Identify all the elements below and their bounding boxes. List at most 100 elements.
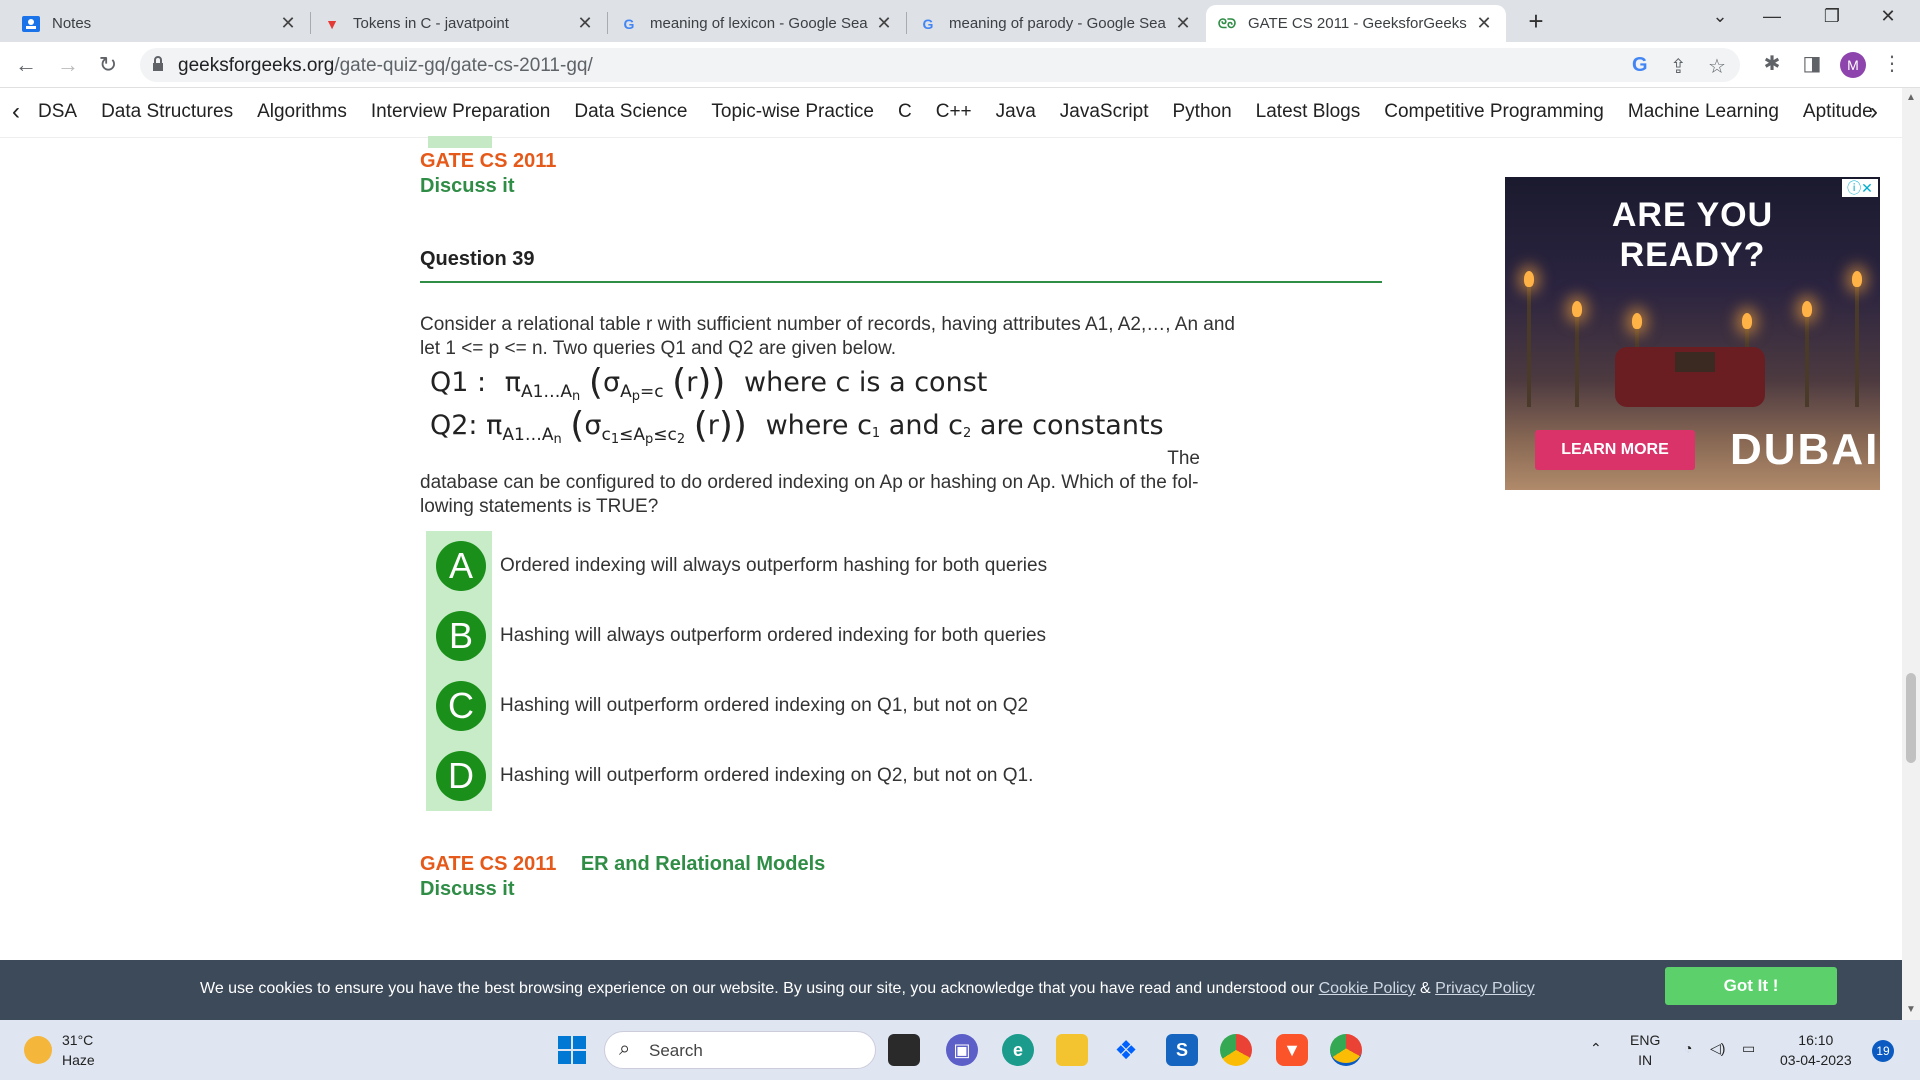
bookmark-star-icon[interactable]: ☆ (1708, 54, 1726, 79)
page-scrollbar[interactable]: ▲ ▼ (1902, 88, 1920, 1020)
close-tab-icon[interactable]: ✕ (1173, 13, 1193, 34)
dubai-ad-banner[interactable]: ARE YOU READY? LEARN MORE DUBAI ⓘ✕ (1505, 177, 1880, 490)
windows-start-icon[interactable] (556, 1034, 588, 1066)
option-letter-d[interactable]: D (436, 751, 486, 801)
wifi-icon[interactable]: ◔ (1684, 1038, 1692, 1058)
dropbox-icon[interactable]: ❖ (1110, 1034, 1142, 1066)
tab-javatpoint[interactable]: ▼ Tokens in C - javatpoint ✕ (311, 5, 607, 42)
question-text-outro: database can be configured to do ordered… (420, 472, 1199, 517)
nav-item-java[interactable]: Java (996, 101, 1036, 123)
nav-left-chevron-icon[interactable]: ‹ (12, 98, 20, 126)
brave-icon[interactable]: ▼ (1276, 1034, 1308, 1066)
url-path: /gate-quiz-gq/gate-cs-2011-gq/ (334, 55, 593, 76)
restore-button[interactable]: ❐ (1812, 6, 1852, 27)
volume-icon[interactable]: ◁) (1710, 1038, 1725, 1058)
option-text-a[interactable]: Ordered indexing will always outperform … (500, 555, 1047, 577)
tab-gfg-active[interactable]: ᘓᘐ GATE CS 2011 - GeeksforGeeks ✕ (1206, 5, 1506, 42)
option-text-d[interactable]: Hashing will outperform ordered indexing… (500, 765, 1033, 787)
tray-overflow-icon[interactable]: ⌃ (1590, 1038, 1602, 1058)
option-b[interactable]: B Hashing will always outperform ordered… (420, 601, 1382, 671)
cookie-policy-link[interactable]: Cookie Policy (1319, 980, 1416, 997)
close-tab-icon[interactable]: ✕ (874, 13, 894, 34)
tab-lexicon[interactable]: G meaning of lexicon - Google Sea ✕ (608, 5, 906, 42)
extensions-icon[interactable]: ✱ (1758, 51, 1786, 76)
option-c[interactable]: C Hashing will outperform ordered indexi… (420, 671, 1382, 741)
side-panel-icon[interactable]: ◨ (1798, 51, 1826, 76)
ad-learn-more-button[interactable]: LEARN MORE (1535, 430, 1695, 470)
close-tab-icon[interactable]: ✕ (278, 13, 298, 34)
ad-brand-logo: DUBAI (1730, 425, 1880, 474)
lock-icon[interactable] (152, 56, 164, 71)
close-tab-icon[interactable]: ✕ (1474, 13, 1494, 34)
edge-icon[interactable]: e (1002, 1034, 1034, 1066)
chrome-icon[interactable] (1220, 1034, 1252, 1066)
nav-item-machine-learning[interactable]: Machine Learning (1628, 101, 1779, 123)
address-bar[interactable]: geeksforgeeks.org/gate-quiz-gq/gate-cs-2… (140, 48, 1740, 82)
option-d[interactable]: D Hashing will outperform ordered indexi… (420, 741, 1382, 811)
gate-tag-link[interactable]: GATE CS 2011 (420, 853, 556, 875)
ad-choices-close-icon[interactable]: ⓘ✕ (1842, 179, 1878, 197)
nav-item-c[interactable]: C (898, 101, 912, 123)
question-tags: GATE CS 2011 ER and Relational Models Di… (420, 853, 1382, 901)
scroll-down-icon[interactable]: ▼ (1906, 1004, 1916, 1015)
nav-item-python[interactable]: Python (1173, 101, 1232, 123)
option-letter-b[interactable]: B (436, 611, 486, 661)
option-text-b[interactable]: Hashing will always outperform ordered i… (500, 625, 1046, 647)
tab-parody[interactable]: G meaning of parody - Google Sea ✕ (907, 5, 1205, 42)
close-tab-icon[interactable]: ✕ (575, 13, 595, 34)
gate-tag-link[interactable]: GATE CS 2011 (420, 150, 556, 172)
profile-avatar[interactable]: M (1840, 52, 1866, 78)
tab-notes[interactable]: Notes ✕ (10, 5, 310, 42)
share-icon[interactable]: ⇪ (1670, 54, 1687, 79)
nav-item-interview-preparation[interactable]: Interview Preparation (371, 101, 551, 123)
teams-chat-icon[interactable]: ▣ (946, 1034, 978, 1066)
clock[interactable]: 16:10 03-04-2023 (1780, 1030, 1852, 1070)
cookie-accept-button[interactable]: Got It ! (1665, 967, 1837, 1005)
chrome-profile-icon[interactable] (1330, 1034, 1362, 1066)
battery-icon[interactable]: ▭ (1742, 1038, 1755, 1058)
taskbar-search[interactable]: ⌕ Search (604, 1031, 876, 1069)
option-a[interactable]: A Ordered indexing will always outperfor… (420, 531, 1382, 601)
cookie-banner: We use cookies to ensure you have the be… (0, 960, 1902, 1020)
reload-button[interactable]: ↻ (94, 51, 122, 79)
nav-item-latest-blogs[interactable]: Latest Blogs (1256, 101, 1361, 123)
new-tab-button[interactable]: + (1520, 6, 1552, 37)
tab-search-icon[interactable]: ⌄ (1700, 6, 1740, 27)
nav-item-aptitude[interactable]: Aptitude (1803, 101, 1873, 123)
weather-widget[interactable]: 31°C Haze (24, 1030, 95, 1070)
windows-taskbar: 31°C Haze ⌕ Search ▣ e ❖ S ▼ ⌃ ENG IN ◔ ◁)… (0, 1020, 1920, 1080)
menu-kebab-icon[interactable]: ⋮ (1882, 51, 1902, 76)
nav-item-algorithms[interactable]: Algorithms (257, 101, 347, 123)
option-letter-c[interactable]: C (436, 681, 486, 731)
file-explorer-icon[interactable] (1056, 1034, 1088, 1066)
back-button[interactable]: ← (12, 51, 40, 79)
url-host: geeksforgeeks.org (178, 55, 335, 76)
scroll-up-icon[interactable]: ▲ (1906, 92, 1916, 103)
topic-tag-link[interactable]: ER and Relational Models (581, 853, 825, 875)
privacy-policy-link[interactable]: Privacy Policy (1435, 980, 1535, 997)
scrollbar-thumb[interactable] (1906, 673, 1916, 763)
javatpoint-icon: ▼ (325, 15, 339, 32)
nav-item-javascript[interactable]: JavaScript (1060, 101, 1149, 123)
answer-options: A Ordered indexing will always outperfor… (420, 531, 1382, 811)
nav-item-dsa[interactable]: DSA (38, 101, 77, 123)
nav-right-chevron-icon[interactable]: › (1870, 98, 1878, 126)
nav-item-data-science[interactable]: Data Science (574, 101, 687, 123)
nav-item-c-[interactable]: C++ (936, 101, 972, 123)
forward-button[interactable]: → (54, 51, 82, 79)
option-text-c[interactable]: Hashing will outperform ordered indexing… (500, 695, 1028, 717)
nav-item-data-structures[interactable]: Data Structures (101, 101, 233, 123)
cookie-message: We use cookies to ensure you have the be… (200, 980, 1315, 997)
task-view-icon[interactable] (888, 1034, 920, 1066)
discuss-link[interactable]: Discuss it (420, 878, 1382, 901)
notification-badge[interactable]: 19 (1872, 1040, 1894, 1062)
discuss-link[interactable]: Discuss it (420, 175, 1382, 198)
app-s-icon[interactable]: S (1166, 1034, 1198, 1066)
nav-item-topic-wise-practice[interactable]: Topic-wise Practice (711, 101, 874, 123)
close-window-button[interactable]: ✕ (1868, 6, 1908, 27)
minimize-button[interactable]: — (1752, 6, 1792, 27)
google-lens-icon[interactable]: G (1632, 54, 1648, 77)
language-indicator[interactable]: ENG IN (1630, 1030, 1660, 1070)
option-letter-a[interactable]: A (436, 541, 486, 591)
nav-item-competitive-programming[interactable]: Competitive Programming (1384, 101, 1604, 123)
